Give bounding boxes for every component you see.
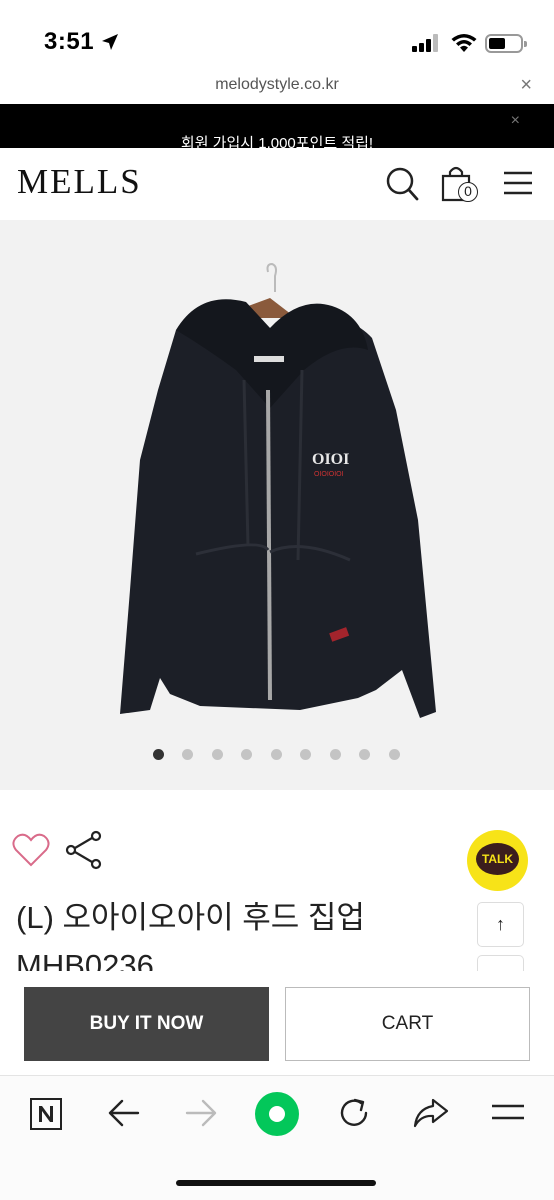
gallery-dot[interactable] bbox=[300, 749, 311, 760]
svg-text:OIOIOIOI: OIOIOIOI bbox=[314, 471, 344, 478]
scroll-to-top-button[interactable]: ↑ bbox=[477, 902, 524, 947]
gallery-pagination bbox=[0, 749, 554, 763]
location-arrow-icon bbox=[102, 34, 118, 50]
gallery-dot[interactable] bbox=[153, 749, 164, 760]
gallery-dot[interactable] bbox=[359, 749, 370, 760]
promo-text-partial: ··· ·· ····· · ····· · ······· bbox=[0, 104, 554, 110]
forward-arrow-icon[interactable] bbox=[185, 1098, 217, 1128]
buy-it-now-button[interactable]: BUY IT NOW bbox=[24, 987, 269, 1061]
gallery-dot[interactable] bbox=[182, 749, 193, 760]
promo-banner: ··· ·· ····· · ····· · ······· 회원 가입시 1,… bbox=[0, 104, 554, 148]
gallery-dot[interactable] bbox=[271, 749, 282, 760]
gallery-dot[interactable] bbox=[389, 749, 400, 760]
add-to-cart-button[interactable]: CART bbox=[285, 987, 530, 1061]
menu-icon[interactable] bbox=[503, 170, 533, 196]
product-image: OIOI OIOIOIOI bbox=[120, 262, 436, 718]
heart-icon[interactable] bbox=[12, 832, 50, 868]
promo-close-button[interactable]: × bbox=[511, 112, 520, 130]
svg-text:OIOI: OIOI bbox=[312, 451, 349, 468]
kakao-talk-button[interactable]: TALK bbox=[467, 830, 528, 891]
browser-toolbar bbox=[0, 1075, 554, 1200]
share-arrow-icon[interactable] bbox=[413, 1097, 449, 1129]
back-arrow-icon[interactable] bbox=[108, 1098, 140, 1128]
green-home-icon[interactable] bbox=[254, 1091, 300, 1137]
battery-icon bbox=[485, 34, 527, 53]
purchase-bar: BUY IT NOW CART bbox=[0, 971, 554, 1075]
url-domain[interactable]: melodystyle.co.kr bbox=[0, 76, 554, 94]
cart-count-badge: 0 bbox=[458, 182, 478, 202]
promo-text: 회원 가입시 1,000포인트 적립! bbox=[180, 135, 374, 148]
gallery-dot[interactable] bbox=[330, 749, 341, 760]
url-bar[interactable]: melodystyle.co.kr × bbox=[0, 70, 554, 104]
url-close-button[interactable]: × bbox=[520, 74, 532, 97]
wifi-icon bbox=[451, 34, 477, 52]
naver-n-icon[interactable] bbox=[30, 1098, 62, 1130]
product-image-gallery[interactable]: OIOI OIOIOIOI bbox=[0, 220, 554, 790]
search-icon[interactable] bbox=[385, 166, 419, 202]
home-indicator bbox=[176, 1180, 376, 1186]
gallery-dot[interactable] bbox=[212, 749, 223, 760]
share-icon[interactable] bbox=[64, 830, 104, 870]
site-logo[interactable]: MELLS bbox=[17, 162, 142, 202]
signal-icon bbox=[412, 34, 442, 52]
status-time: 3:51 bbox=[44, 28, 95, 55]
kakao-talk-label: TALK bbox=[481, 852, 514, 866]
gallery-dot[interactable] bbox=[241, 749, 252, 760]
refresh-icon[interactable] bbox=[337, 1096, 371, 1130]
status-bar: 3:51 bbox=[0, 0, 554, 70]
hamburger-icon[interactable] bbox=[491, 1102, 525, 1122]
